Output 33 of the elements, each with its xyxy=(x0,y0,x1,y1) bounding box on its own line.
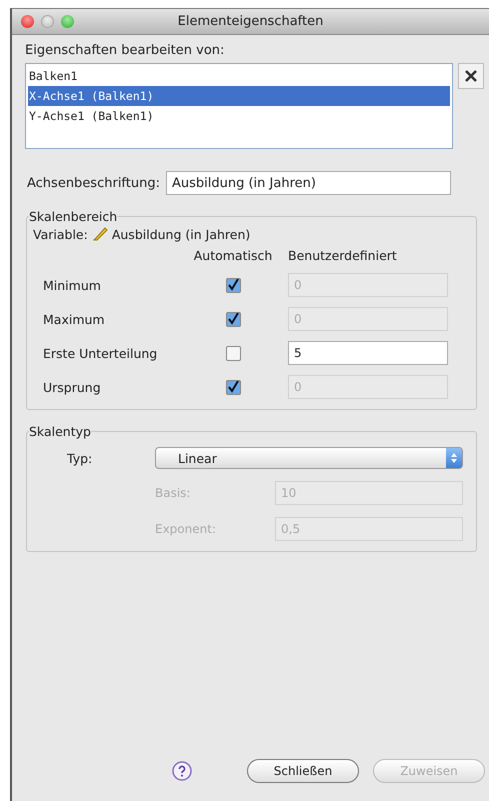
field-label: Basis: xyxy=(154,486,192,500)
dialog-button[interactable]: Schließen xyxy=(247,759,359,783)
help-icon[interactable] xyxy=(172,761,192,781)
column-header: Automatisch xyxy=(192,248,274,263)
list-item[interactable]: Balken1 xyxy=(28,66,450,86)
checkbox[interactable] xyxy=(226,278,240,292)
variable-label: Variable: xyxy=(33,226,88,242)
delete-icon[interactable] xyxy=(458,63,484,89)
checkbox[interactable] xyxy=(226,380,240,394)
stepper-icon xyxy=(446,448,462,468)
window-title: Elementeigenschaften xyxy=(178,14,324,29)
group-title: Skalentyp xyxy=(29,424,91,439)
field-label: Exponent: xyxy=(154,522,217,536)
type-label: Typ: xyxy=(66,450,94,466)
edit-label: Eigenschaften bearbeiten von: xyxy=(25,43,226,58)
list-item[interactable]: X-Achse1 (Balken1) xyxy=(28,86,450,106)
value-field[interactable]: 5 xyxy=(288,341,448,365)
element-list[interactable]: Balken1 X-Achse1 (Balken1) Y-Achse1 (Balken1) xyxy=(25,63,453,149)
type-dropdown[interactable]: Linear xyxy=(155,447,463,469)
list-item[interactable]: Y-Achse1 (Balken1) xyxy=(28,106,450,126)
row-label: Ursprung xyxy=(42,380,102,394)
row-label: Minimum xyxy=(42,278,102,292)
checkbox[interactable] xyxy=(226,346,240,360)
row-label: Erste Unterteilung xyxy=(42,346,158,360)
column-header: Benutzerdefiniert xyxy=(288,248,398,263)
row-label: Maximum xyxy=(42,312,106,326)
variable-name: Ausbildung (in Jahren) xyxy=(112,226,250,242)
axis-label: Achsenbeschriftung: xyxy=(27,176,160,190)
checkbox[interactable] xyxy=(226,312,240,326)
group-title: Skalenbereich xyxy=(29,209,118,224)
close-light-icon[interactable] xyxy=(21,15,34,28)
axis-label-field[interactable]: Ausbildung (in Jahren) xyxy=(166,171,451,195)
ruler-icon xyxy=(92,226,108,242)
